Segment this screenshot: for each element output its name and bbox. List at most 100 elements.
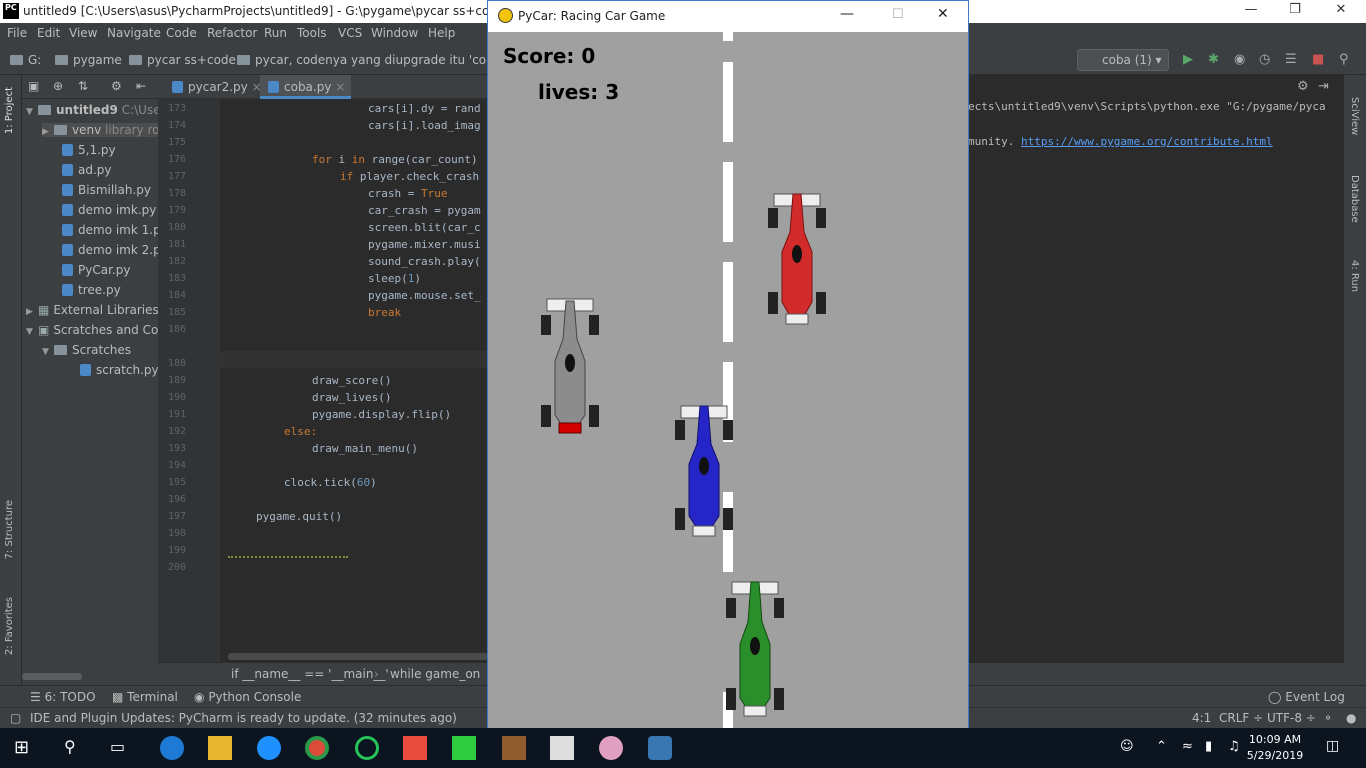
- tree-scratches[interactable]: ▼ ▣ Scratches and Con: [26, 323, 158, 337]
- collapse-icon[interactable]: ⇅: [78, 79, 88, 93]
- app-icon[interactable]: [355, 736, 379, 760]
- status-message[interactable]: IDE and Plugin Updates: PyCharm is ready…: [30, 711, 457, 725]
- code-line[interactable]: pygame.quit(): [256, 510, 342, 523]
- project-scrollbar[interactable]: [22, 673, 82, 680]
- tree-scratches-folder[interactable]: ▼ Scratches: [42, 343, 131, 357]
- chrome-icon[interactable]: [305, 736, 329, 760]
- locate-icon[interactable]: ⊕: [53, 79, 63, 93]
- gear-icon[interactable]: ⚙: [1297, 79, 1309, 94]
- tree-file[interactable]: ad.py: [62, 163, 112, 177]
- code-line[interactable]: for i in range(car_count): [312, 153, 478, 166]
- tab-favorites[interactable]: 2: Favorites: [4, 597, 15, 655]
- close-tab-icon[interactable]: ×: [335, 80, 345, 94]
- breadcrumb-pycar-folder[interactable]: pycar, codenya yang diupgrade itu 'coba': [237, 53, 504, 67]
- restore-icon[interactable]: ❐: [1280, 2, 1310, 17]
- file-encoding[interactable]: UTF-8 ÷: [1267, 711, 1316, 725]
- todo-button[interactable]: ☰ 6: TODO: [30, 690, 96, 704]
- menu-code[interactable]: Code: [166, 26, 197, 40]
- menu-view[interactable]: View: [69, 26, 97, 40]
- hide-icon[interactable]: ⇤: [136, 79, 146, 93]
- minimize-icon[interactable]: —: [1236, 2, 1266, 17]
- people-icon[interactable]: ☺: [1120, 739, 1134, 754]
- settings-icon[interactable]: [257, 736, 281, 760]
- pycharm-icon[interactable]: [452, 736, 476, 760]
- menu-help[interactable]: Help: [428, 26, 455, 40]
- code-line[interactable]: if player.check_crash: [340, 170, 479, 183]
- edge-icon[interactable]: [160, 736, 184, 760]
- run-config-select[interactable]: coba (1) ▾: [1077, 49, 1169, 71]
- menu-run[interactable]: Run: [264, 26, 287, 40]
- tree-file[interactable]: tree.py: [62, 283, 121, 297]
- task-view-icon[interactable]: ▭: [110, 737, 125, 756]
- paint-icon[interactable]: [599, 736, 623, 760]
- code-line[interactable]: car_crash = pygam: [368, 204, 481, 217]
- close-icon[interactable]: ✕: [937, 6, 949, 22]
- maximize-icon[interactable]: ☐: [892, 7, 904, 22]
- winrar-icon[interactable]: [502, 736, 526, 760]
- windows-icon[interactable]: ⊞: [14, 737, 29, 758]
- lock-icon[interactable]: ⚬: [1323, 711, 1333, 725]
- code-line[interactable]: draw_lives(): [312, 391, 391, 404]
- tree-file[interactable]: PyCar.py: [62, 263, 130, 277]
- menu-tools[interactable]: Tools: [297, 26, 327, 40]
- code-line[interactable]: crash = True: [368, 187, 447, 200]
- code-line[interactable]: pygame.display.flip(): [312, 408, 451, 421]
- tree-file[interactable]: 5,1.py: [62, 143, 116, 157]
- inspector-icon[interactable]: ●: [1346, 711, 1356, 725]
- menu-refactor[interactable]: Refactor: [207, 26, 257, 40]
- caret-position[interactable]: 4:1: [1192, 711, 1211, 725]
- code-line[interactable]: clock.tick(60): [284, 476, 377, 489]
- menu-vcs[interactable]: VCS: [338, 26, 362, 40]
- debug-icon[interactable]: ✱: [1208, 52, 1219, 67]
- code-line[interactable]: cars[i].dy = rand: [368, 102, 481, 115]
- code-line[interactable]: pygame.mixer.musi: [368, 238, 481, 251]
- tab-database[interactable]: Database: [1349, 175, 1360, 223]
- menu-window[interactable]: Window: [371, 26, 418, 40]
- explorer-icon[interactable]: [208, 736, 232, 760]
- code-line[interactable]: sound_crash.play(: [368, 255, 481, 268]
- tree-external-libraries[interactable]: ▶ ▦ External Libraries: [26, 303, 158, 317]
- tree-root[interactable]: ▼untitled9 C:\Users: [26, 103, 158, 117]
- menu-edit[interactable]: Edit: [37, 26, 60, 40]
- volume-icon[interactable]: ♫: [1228, 739, 1240, 754]
- code-line[interactable]: screen.blit(car_c: [368, 221, 481, 234]
- profile-icon[interactable]: ◷: [1259, 52, 1270, 67]
- gear-icon[interactable]: ⚙: [111, 79, 122, 93]
- code-line[interactable]: break: [368, 306, 401, 319]
- photo-icon[interactable]: [403, 736, 427, 760]
- tree-scratch-file[interactable]: scratch.py: [80, 363, 158, 377]
- tree-file[interactable]: demo imk 1.py: [62, 223, 158, 237]
- tab-project[interactable]: 1: Project: [4, 87, 15, 134]
- menu-file[interactable]: File: [7, 26, 27, 40]
- breadcrumb-pycar-ss-code[interactable]: pycar ss+code: [129, 53, 236, 67]
- search-icon[interactable]: ⚲: [64, 737, 76, 756]
- notifications-icon[interactable]: ◫: [1326, 738, 1339, 754]
- wifi-icon[interactable]: ≈: [1182, 739, 1193, 754]
- coverage-icon[interactable]: ◉: [1234, 52, 1245, 67]
- stop-icon[interactable]: ■: [1312, 52, 1324, 67]
- search-everywhere-icon[interactable]: ⚲: [1339, 52, 1349, 67]
- line-separator[interactable]: CRLF ÷: [1219, 711, 1263, 725]
- tab-sciview[interactable]: SciView: [1349, 97, 1360, 135]
- code-breadcrumb[interactable]: while game_on: [390, 667, 480, 681]
- run-icon[interactable]: ▶: [1183, 52, 1193, 67]
- pygame-contribute-link[interactable]: https://www.pygame.org/contribute.html: [1021, 135, 1273, 148]
- tab-run[interactable]: 4: Run: [1349, 260, 1360, 292]
- code-line[interactable]: sleep(1): [368, 272, 421, 285]
- clock[interactable]: 10:09 AM 5/29/2019: [1245, 732, 1305, 764]
- close-icon[interactable]: ✕: [1326, 2, 1356, 17]
- code-breadcrumb[interactable]: if __name__ == '__main__': [231, 667, 389, 681]
- breadcrumb-pygame[interactable]: pygame: [55, 53, 122, 67]
- minimize-icon[interactable]: —: [840, 6, 854, 22]
- tree-venv[interactable]: ▶venv library roo: [42, 123, 158, 137]
- tree-file[interactable]: Bismillah.py: [62, 183, 151, 197]
- tree-file[interactable]: demo imk.py: [62, 203, 156, 217]
- code-line[interactable]: cars[i].load_imag: [368, 119, 481, 132]
- python-console-button[interactable]: ◉ Python Console: [194, 690, 301, 704]
- tree-file[interactable]: demo imk 2.py: [62, 243, 158, 257]
- hide-icon[interactable]: ⇥: [1318, 79, 1329, 94]
- code-line[interactable]: draw_main_menu(): [312, 442, 418, 455]
- terminal-button[interactable]: ▩ Terminal: [112, 690, 178, 704]
- menu-navigate[interactable]: Navigate: [107, 26, 161, 40]
- breadcrumb-drive[interactable]: G:: [10, 53, 41, 67]
